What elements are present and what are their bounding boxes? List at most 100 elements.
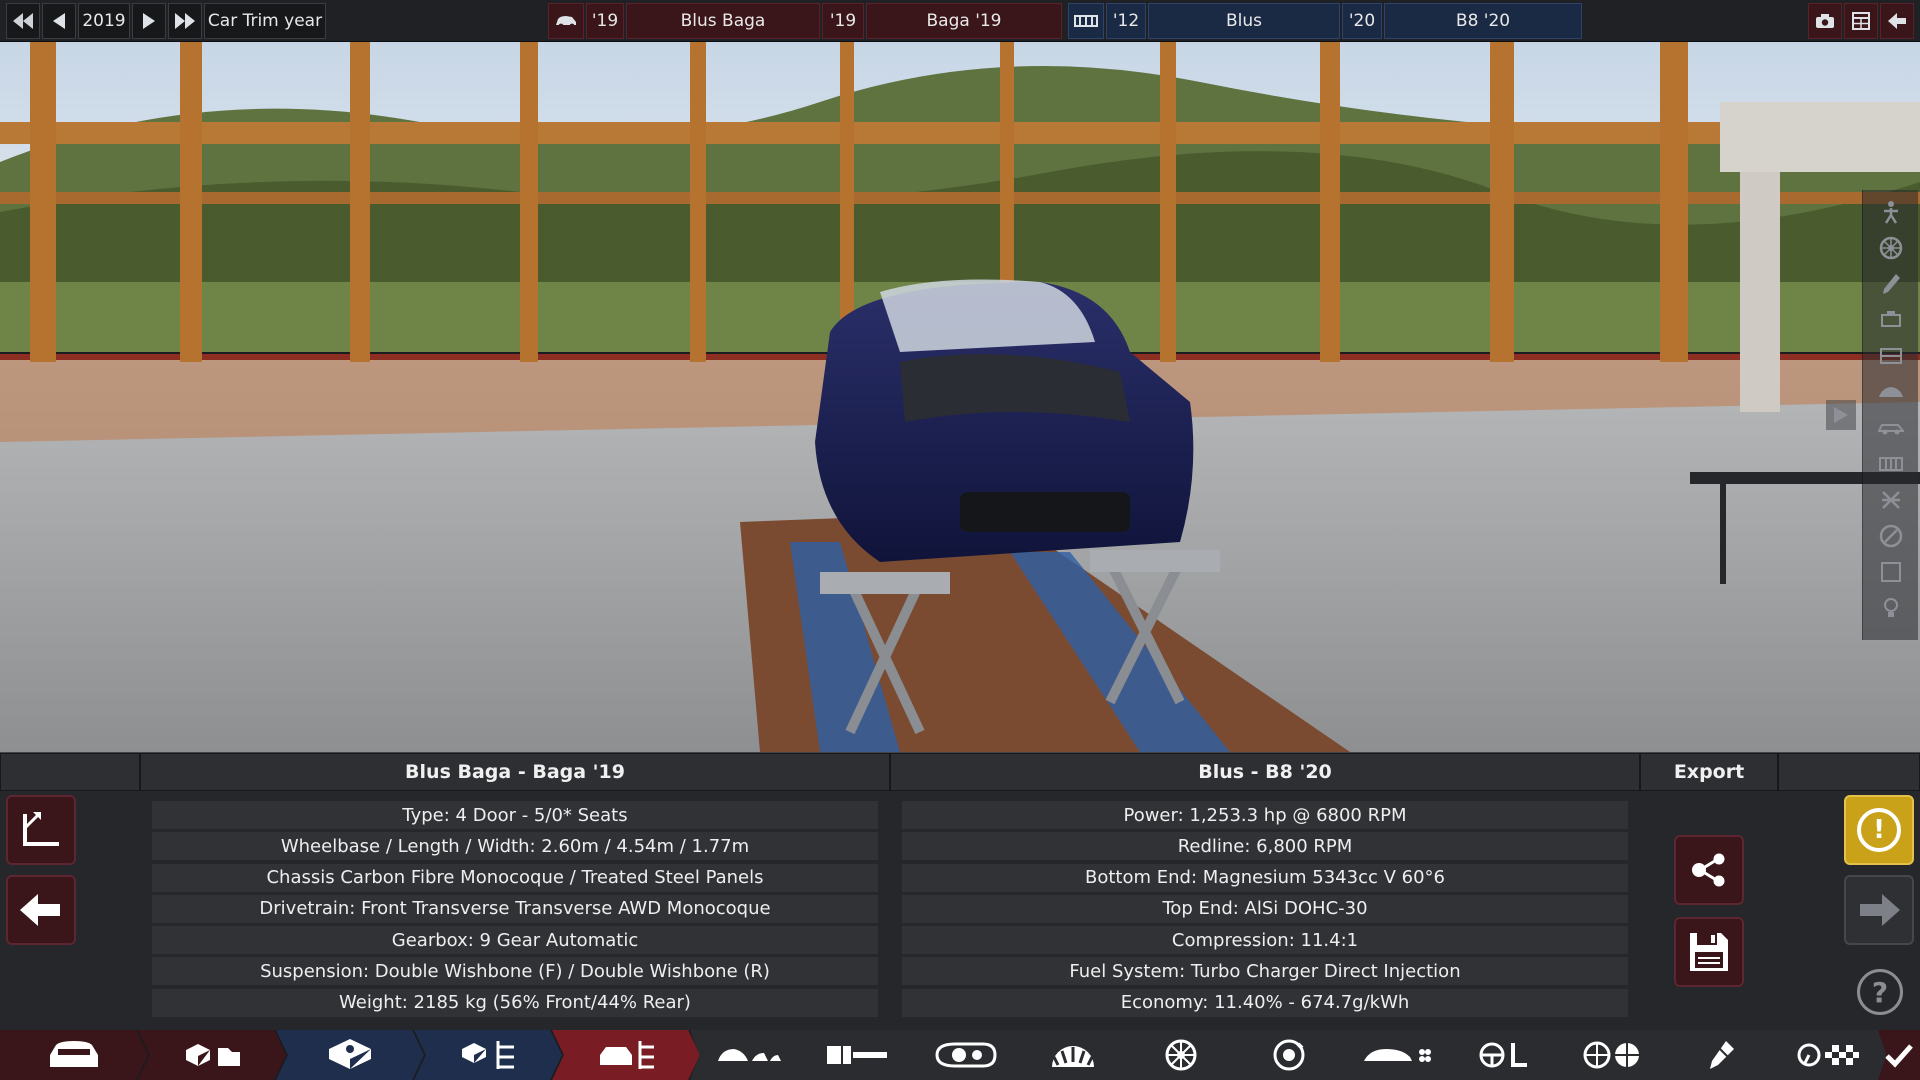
chassis-frame-icon xyxy=(827,1046,887,1064)
year-value: 2019 xyxy=(78,3,130,39)
summary-panel: Blus Baga - Baga '19 Blus - B8 '20 Expor… xyxy=(0,752,1920,1030)
model-selector[interactable]: Blus Baga xyxy=(626,3,820,39)
steering-seat-icon xyxy=(1479,1042,1527,1068)
car-trim-tree-icon xyxy=(600,1041,654,1069)
lightbulb-icon[interactable] xyxy=(1877,594,1905,622)
engine-spec-bottom-end: Bottom End: Magnesium 5343cc V 60°6 xyxy=(902,863,1628,892)
engine-tree-icon xyxy=(462,1041,514,1069)
car-model-icon[interactable] xyxy=(548,3,584,39)
tab-testing[interactable] xyxy=(1770,1030,1888,1080)
share-button[interactable] xyxy=(1674,835,1744,905)
calculator-icon[interactable] xyxy=(1844,3,1878,39)
car-spec-gearbox: Gearbox: 9 Gear Automatic xyxy=(152,926,878,955)
tab-car-model[interactable] xyxy=(0,1030,148,1080)
back-button[interactable] xyxy=(6,875,76,945)
engine-spec-fuel-system: Fuel System: Turbo Charger Direct Inject… xyxy=(902,957,1628,986)
panel-corner-header xyxy=(0,753,140,791)
car-specs-list: Type: 4 Door - 5/0* Seats Wheelbase / Le… xyxy=(152,801,878,1020)
year-prev-icon[interactable] xyxy=(42,3,76,39)
wheel-view-icon[interactable] xyxy=(1877,234,1905,262)
car-spec-suspension: Suspension: Double Wishbone (F) / Double… xyxy=(152,957,878,986)
tab-engine-block[interactable] xyxy=(276,1030,424,1080)
tab-wheels[interactable] xyxy=(1122,1030,1240,1080)
gauge-view-icon[interactable] xyxy=(1877,522,1905,550)
rewind-icon[interactable] xyxy=(6,3,40,39)
chassis-view-icon[interactable] xyxy=(1877,414,1905,442)
engine-block-icon xyxy=(329,1039,371,1069)
car-spec-weight: Weight: 2185 kg (56% Front/44% Rear) xyxy=(152,988,878,1017)
paint-view-icon[interactable] xyxy=(1877,270,1905,298)
expand-strip-icon[interactable] xyxy=(1826,400,1856,430)
trim-year: '19 xyxy=(822,3,864,39)
gauge-flag-icon xyxy=(1797,1043,1859,1067)
body-view-icon[interactable] xyxy=(1877,378,1905,406)
camera-icon[interactable] xyxy=(1808,3,1842,39)
tab-brakes[interactable] xyxy=(1230,1030,1348,1080)
headlight-icon xyxy=(935,1042,997,1068)
aero-car-icon xyxy=(1364,1049,1431,1062)
right-arrow-icon xyxy=(1860,894,1900,926)
tab-aerodynamics[interactable] xyxy=(1338,1030,1456,1080)
car-body-variants-icon xyxy=(718,1049,781,1061)
suspension-view-icon[interactable] xyxy=(1877,486,1905,514)
back-arrow-icon[interactable] xyxy=(1880,3,1914,39)
gear-half-icon xyxy=(1052,1046,1094,1067)
tab-suspension[interactable] xyxy=(1014,1030,1132,1080)
year-next-icon[interactable] xyxy=(132,3,166,39)
trim-year-label: Car Trim year xyxy=(204,3,326,39)
car-spec-chassis: Chassis Carbon Fibre Monocoque / Treated… xyxy=(152,863,878,892)
car-spec-type: Type: 4 Door - 5/0* Seats xyxy=(152,801,878,829)
fast-forward-icon[interactable] xyxy=(168,3,202,39)
car-viewport[interactable] xyxy=(0,42,1920,752)
warning-button[interactable]: ! xyxy=(1844,795,1914,865)
model-year: '19 xyxy=(586,3,624,39)
engine-specs-list: Power: 1,253.3 hp @ 6800 RPM Redline: 6,… xyxy=(902,801,1628,1020)
box-view-icon[interactable] xyxy=(1877,558,1905,586)
engine-spec-top-end: Top End: AlSi DOHC-30 xyxy=(902,894,1628,923)
share-icon xyxy=(1692,853,1725,887)
tab-interior[interactable] xyxy=(1446,1030,1564,1080)
floppy-disk-icon xyxy=(1690,933,1728,971)
tab-safety[interactable] xyxy=(1554,1030,1672,1080)
view-tool-strip xyxy=(1862,190,1918,640)
paint-brush-icon xyxy=(1710,1041,1734,1069)
engine-spec-power: Power: 1,253.3 hp @ 6800 RPM xyxy=(902,801,1628,829)
trim-selector[interactable]: Baga '19 xyxy=(866,3,1062,39)
panel-right-header xyxy=(1778,753,1920,791)
tab-engine-family[interactable] xyxy=(138,1030,286,1080)
driver-figure-icon[interactable] xyxy=(1877,198,1905,226)
wheel-icon xyxy=(1165,1039,1197,1071)
engine-view-icon[interactable] xyxy=(1877,306,1905,334)
showroom-scene xyxy=(0,42,1920,752)
brake-disc-icon xyxy=(1273,1039,1305,1071)
engine-variant-year: '20 xyxy=(1342,3,1382,39)
engine-family-year: '12 xyxy=(1106,3,1146,39)
designer-tab-bar xyxy=(0,1030,1920,1080)
tab-engine-parts[interactable] xyxy=(414,1030,562,1080)
tab-car-trim[interactable] xyxy=(552,1030,700,1080)
tab-chassis[interactable] xyxy=(798,1030,916,1080)
axis-icon xyxy=(23,812,59,846)
tab-paint[interactable] xyxy=(1662,1030,1780,1080)
save-button[interactable] xyxy=(1674,917,1744,987)
engine-family-icon[interactable] xyxy=(1068,3,1104,39)
panel-view-icon[interactable] xyxy=(1877,342,1905,370)
engine-summary-title: Blus - B8 '20 xyxy=(890,753,1640,791)
warning-icon: ! xyxy=(1857,808,1901,852)
top-bar: 2019 Car Trim year '19 Blus Baga '19 Bag… xyxy=(0,0,1920,42)
left-arrow-icon xyxy=(20,894,60,926)
next-button[interactable] xyxy=(1844,875,1914,945)
tab-body-style[interactable] xyxy=(690,1030,808,1080)
axis-view-button[interactable] xyxy=(6,795,76,865)
engine-spec-compression: Compression: 11.4:1 xyxy=(902,926,1628,955)
engine-spec-economy: Economy: 11.40% - 674.7g/kWh xyxy=(902,988,1628,1017)
engine-family-selector[interactable]: Blus xyxy=(1148,3,1340,39)
engine-variant-selector[interactable]: B8 '20 xyxy=(1384,3,1582,39)
tab-engine-fit[interactable] xyxy=(906,1030,1024,1080)
help-icon[interactable]: ? xyxy=(1857,969,1903,1015)
engine-block-view-icon[interactable] xyxy=(1877,450,1905,478)
car-front-icon xyxy=(50,1041,98,1067)
car-spec-dimensions: Wheelbase / Length / Width: 2.60m / 4.54… xyxy=(152,832,878,861)
car-summary-title: Blus Baga - Baga '19 xyxy=(140,753,890,791)
wheel-crash-icon xyxy=(1583,1041,1639,1069)
